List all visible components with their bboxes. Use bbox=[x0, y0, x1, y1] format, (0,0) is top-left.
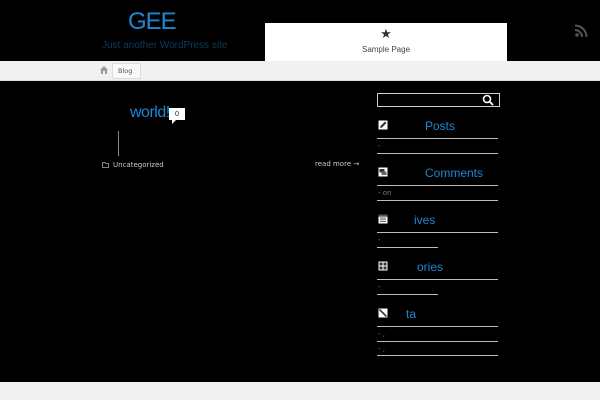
widget-divider bbox=[377, 326, 498, 327]
folder-icon bbox=[102, 162, 109, 168]
widget-title-categories: ories bbox=[417, 260, 444, 274]
read-more-link[interactable]: read more → bbox=[315, 160, 359, 168]
site-description: Just another WordPress site bbox=[102, 40, 228, 51]
site-title[interactable]: GEE bbox=[128, 8, 177, 36]
widget-list-item[interactable]: - bbox=[378, 143, 381, 150]
widget-divider bbox=[377, 247, 438, 248]
home-icon[interactable] bbox=[99, 65, 109, 75]
site-header: GEE Just another WordPress site ★ Sample… bbox=[0, 0, 600, 61]
widget-title-posts: Posts bbox=[425, 119, 456, 133]
widget-divider bbox=[377, 200, 498, 201]
pencil-icon bbox=[378, 120, 388, 130]
calendar-icon bbox=[378, 214, 388, 224]
widget-divider bbox=[377, 232, 498, 233]
rss-icon[interactable] bbox=[574, 24, 588, 38]
widget-list-item[interactable]: - on bbox=[378, 190, 391, 197]
widget-title-archives: ives bbox=[414, 213, 436, 227]
search-input[interactable] bbox=[377, 93, 500, 107]
breadcrumb-bar bbox=[0, 61, 600, 81]
widget-divider bbox=[377, 341, 498, 342]
comment-count-badge[interactable]: 0 bbox=[169, 108, 185, 124]
widget-divider bbox=[377, 153, 498, 154]
category-link[interactable]: Uncategorized bbox=[113, 161, 164, 169]
breadcrumb-blog[interactable]: Blog bbox=[112, 63, 142, 79]
post-divider bbox=[118, 131, 119, 156]
widget-title-meta: ta bbox=[406, 307, 417, 321]
nav-item-sample-page[interactable]: ★ Sample Page bbox=[265, 23, 507, 61]
widget-list-item[interactable]: - bbox=[378, 284, 381, 291]
meta-icon bbox=[378, 308, 388, 318]
nav-item-label: Sample Page bbox=[361, 45, 411, 54]
footer-bar bbox=[0, 382, 600, 400]
widget-divider bbox=[377, 138, 498, 139]
post-title[interactable]: world! bbox=[130, 104, 170, 122]
widget-list-item[interactable]: - , bbox=[378, 331, 385, 338]
widget-divider bbox=[377, 185, 498, 186]
widget-list-item[interactable]: - bbox=[378, 237, 381, 244]
categories-icon bbox=[378, 261, 388, 271]
widget-divider bbox=[377, 279, 498, 280]
widget-list-item[interactable]: - , bbox=[378, 346, 385, 353]
search-icon[interactable] bbox=[482, 94, 494, 106]
widget-title-comments: Comments bbox=[425, 166, 484, 180]
comments-icon bbox=[378, 167, 388, 177]
star-icon: ★ bbox=[380, 27, 392, 42]
widget-divider bbox=[377, 355, 498, 356]
widget-divider bbox=[377, 294, 438, 295]
